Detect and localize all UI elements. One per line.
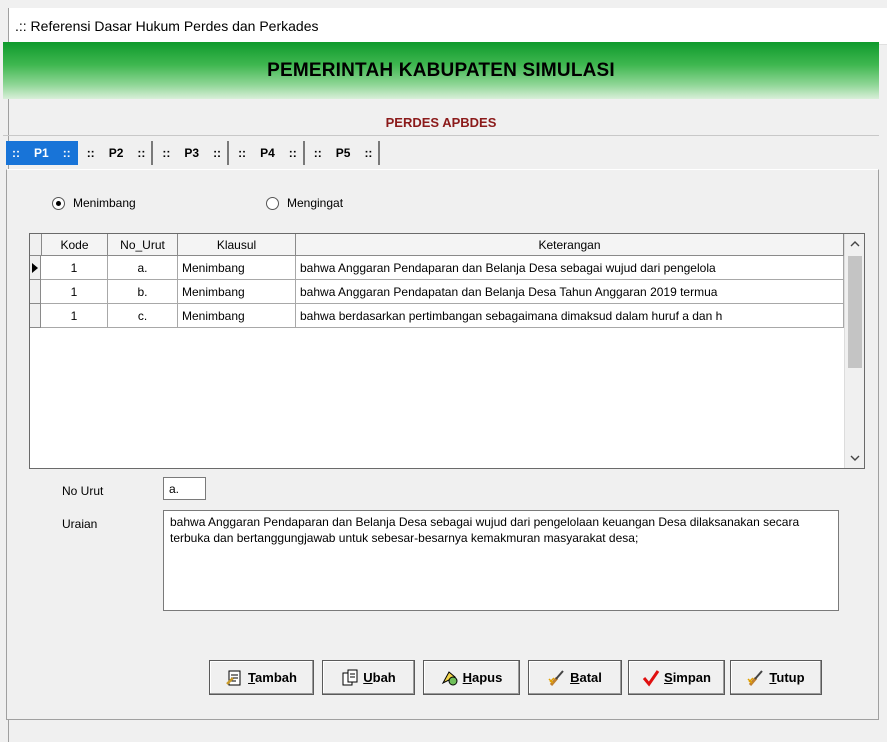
uraian-textarea[interactable]: bahwa Anggaran Pendaparan dan Belanja De… xyxy=(163,510,839,611)
tab-marker: :: xyxy=(12,146,20,160)
tab-bar: :: P1 :: :: P2 :: :: P3 :: :: P4 :: :: P… xyxy=(6,141,383,165)
tab-label: P3 xyxy=(184,146,200,160)
table-row[interactable]: 1 b. Menimbang bahwa Anggaran Pendapatan… xyxy=(30,280,844,304)
cell-keterangan[interactable]: bahwa Anggaran Pendaparan dan Belanja De… xyxy=(296,256,844,280)
tab-label: P1 xyxy=(34,146,49,160)
column-header-no-urut[interactable]: No_Urut xyxy=(108,234,178,256)
cell-kode[interactable]: 1 xyxy=(41,256,108,280)
scroll-up-icon[interactable] xyxy=(845,234,865,254)
tab-marker: :: xyxy=(86,146,95,160)
no-urut-input[interactable] xyxy=(163,477,206,500)
tab-p2[interactable]: :: P2 :: xyxy=(80,141,154,165)
button-hotkey: S xyxy=(664,670,673,685)
row-pointer-icon xyxy=(30,256,41,280)
cell-klausul[interactable]: Menimbang xyxy=(178,304,296,328)
section-header: PERDES APBDES xyxy=(3,110,879,136)
tab-marker: :: xyxy=(238,146,247,160)
tab-marker: :: xyxy=(213,146,222,160)
scrollbar-thumb[interactable] xyxy=(848,256,862,368)
cancel-brush-icon xyxy=(548,669,566,687)
button-label: atal xyxy=(579,670,602,685)
row-indicator xyxy=(30,280,41,304)
radio-unselected-icon xyxy=(266,196,279,210)
cell-keterangan[interactable]: bahwa Anggaran Pendapatan dan Belanja De… xyxy=(296,280,844,304)
add-doc-icon xyxy=(226,669,244,687)
tab-marker: :: xyxy=(288,146,297,160)
close-brush-icon xyxy=(747,669,765,687)
cell-no-urut[interactable]: a. xyxy=(108,256,178,280)
tab-label: P5 xyxy=(335,146,351,160)
button-hotkey: H xyxy=(462,670,473,685)
button-label: impan xyxy=(672,670,711,685)
cell-no-urut[interactable]: b. xyxy=(108,280,178,304)
radio-selected-icon xyxy=(52,196,65,210)
tab-marker: :: xyxy=(162,146,171,160)
button-label: utup xyxy=(776,670,805,685)
cell-no-urut[interactable]: c. xyxy=(108,304,178,328)
tab-label: P4 xyxy=(260,146,275,160)
tab-p3[interactable]: :: P3 :: xyxy=(156,141,230,165)
title-bar: .:: Referensi Dasar Hukum Perdes dan Per… xyxy=(9,8,887,45)
grid-header: Kode No_Urut Klausul Keterangan xyxy=(30,234,844,256)
tab-marker: :: xyxy=(364,146,373,160)
clause-grid[interactable]: Kode No_Urut Klausul Keterangan 1 a. Men… xyxy=(29,233,865,469)
button-hotkey: U xyxy=(363,670,373,685)
tab-p5[interactable]: :: P5 :: xyxy=(307,141,381,165)
cell-keterangan[interactable]: bahwa berdasarkan pertimbangan sebagaima… xyxy=(296,304,844,328)
banner: PEMERINTAH KABUPATEN SIMULASI xyxy=(3,42,879,99)
radio-mengingat[interactable]: Mengingat xyxy=(266,196,343,210)
no-urut-label: No Urut xyxy=(62,484,104,498)
button-label: ambah xyxy=(255,670,297,685)
edit-doc-icon xyxy=(341,669,359,687)
button-hotkey: T xyxy=(248,670,256,685)
tutup-button[interactable]: Tutup xyxy=(730,660,822,695)
ubah-button[interactable]: Ubah xyxy=(322,660,415,695)
cell-kode[interactable]: 1 xyxy=(41,304,108,328)
radio-label: Mengingat xyxy=(287,196,344,210)
tab-label: P2 xyxy=(108,146,124,160)
simpan-button[interactable]: Simpan xyxy=(628,660,725,695)
row-indicator-header xyxy=(30,234,42,256)
tab-p1[interactable]: :: P1 :: xyxy=(6,141,78,165)
hapus-button[interactable]: Hapus xyxy=(423,660,520,695)
cell-klausul[interactable]: Menimbang xyxy=(178,280,296,304)
button-label: apus xyxy=(472,670,503,685)
batal-button[interactable]: Batal xyxy=(528,660,622,695)
table-row[interactable]: 1 a. Menimbang bahwa Anggaran Pendaparan… xyxy=(30,256,844,280)
tab-marker: :: xyxy=(137,146,146,160)
delete-doc-icon xyxy=(441,669,459,687)
scroll-down-icon[interactable] xyxy=(845,448,865,468)
tambah-button[interactable]: Tambah xyxy=(209,660,314,695)
column-header-kode[interactable]: Kode xyxy=(42,234,108,256)
column-header-klausul[interactable]: Klausul xyxy=(178,234,296,256)
column-header-keterangan[interactable]: Keterangan xyxy=(296,234,844,256)
section-title: PERDES APBDES xyxy=(385,115,497,130)
banner-title: PEMERINTAH KABUPATEN SIMULASI xyxy=(267,59,615,81)
grid-vertical-scrollbar[interactable] xyxy=(844,234,864,468)
tab-marker: :: xyxy=(62,146,71,160)
clause-type-radio-group: Menimbang Mengingat xyxy=(52,196,343,210)
tab-marker: :: xyxy=(313,146,322,160)
checkmark-icon xyxy=(642,669,660,687)
row-indicator xyxy=(30,304,41,328)
cell-kode[interactable]: 1 xyxy=(41,280,108,304)
radio-label: Menimbang xyxy=(73,196,136,210)
radio-menimbang[interactable]: Menimbang xyxy=(52,196,266,210)
button-label: bah xyxy=(372,670,396,685)
window-title: .:: Referensi Dasar Hukum Perdes dan Per… xyxy=(15,18,319,34)
uraian-label: Uraian xyxy=(62,517,98,531)
cell-klausul[interactable]: Menimbang xyxy=(178,256,296,280)
tab-p4[interactable]: :: P4 :: xyxy=(232,141,305,165)
table-row[interactable]: 1 c. Menimbang bahwa berdasarkan pertimb… xyxy=(30,304,844,328)
